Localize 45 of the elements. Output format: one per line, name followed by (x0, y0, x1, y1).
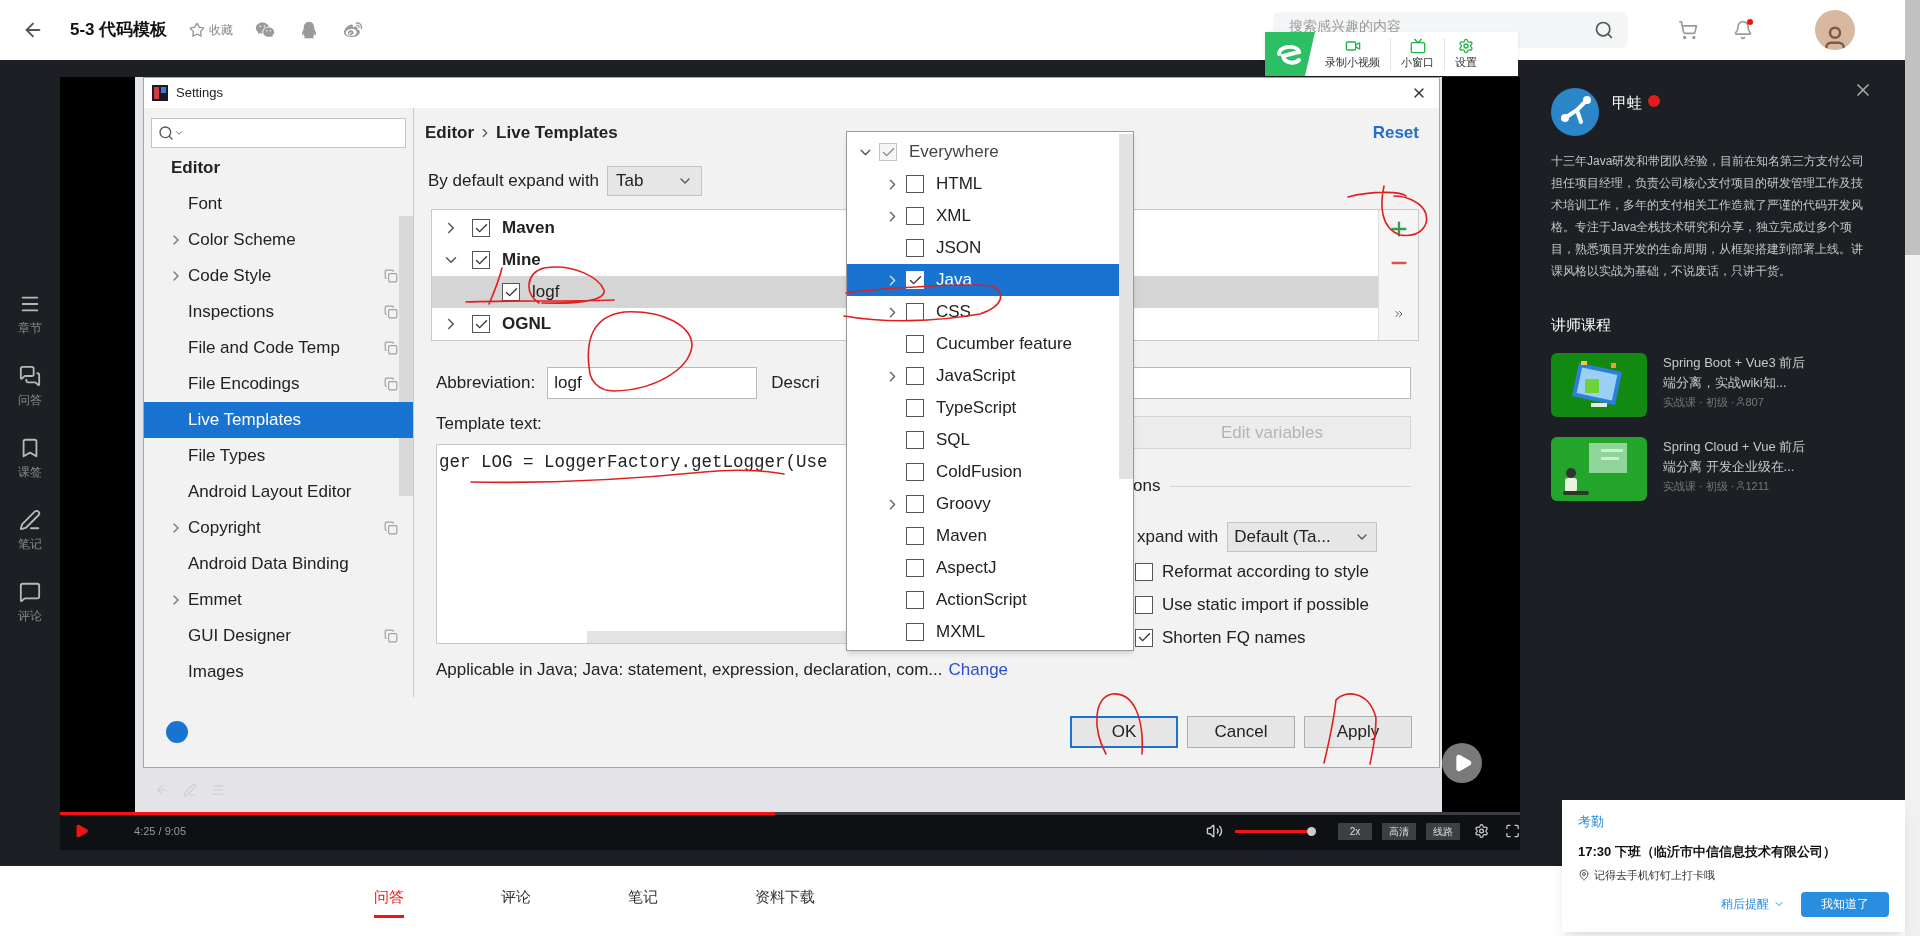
notification-note: 记得去手机钉钉上打卡哦 (1594, 868, 1715, 883)
context-label: Everywhere (909, 141, 999, 164)
context-label: AspectJ (936, 557, 997, 580)
context-label: ColdFusion (936, 461, 1022, 484)
field-label: By default expand with (428, 170, 600, 193)
breadcrumb-item: Editor (425, 122, 475, 145)
field-label: Abbreviation: (436, 372, 536, 395)
teacher-bio: 十三年Java研发和带团队经验，目前在知名第三方支付公司担任项目经理，负责公司核心支付项目的研发管理工作及技术培训工作，多年的支付相关工作造就了严谨的代码开发风格。专注于Java全栈技术研究和分享，独立完成过多个项目，熟悉项目开发的生命周期，从框架搭建到部署上线。讲课风格以实战为基础，不说废话，只讲干货。 (1551, 153, 1866, 280)
option-label: Use static import if possible (1162, 593, 1369, 616)
context-label: Groovy (936, 493, 991, 516)
option-label: Shorten FQ names (1162, 626, 1306, 649)
code-line: ger LOG = LoggerFactory.getLogger(Use (439, 452, 828, 472)
context-label: TypeScript (936, 397, 1017, 420)
context-label: XML (936, 205, 971, 228)
student-count: 807 (1745, 394, 1764, 410)
time-display: 4:25 / 9:05 (134, 823, 187, 839)
field-label: Template text: (436, 413, 543, 435)
group-name: Maven (502, 217, 555, 240)
context-label: Cucumber feature (936, 333, 1073, 356)
field-label: xpand with (1137, 526, 1219, 549)
course-title: 5-3 代码模板 (70, 19, 168, 42)
teacher-name: 甲蛙 (1612, 93, 1642, 113)
student-count: 1211 (1745, 478, 1770, 494)
section-label: ons (1133, 475, 1161, 498)
field-label: Descri (771, 372, 820, 395)
context-label: Java (936, 269, 972, 292)
section-heading: 讲师课程 (1551, 315, 1612, 335)
context-label: Maven (936, 525, 988, 548)
group-name: Mine (502, 249, 541, 272)
notification-message: 17:30 下班（临沂市中信信息技术有限公司） (1578, 842, 1837, 861)
context-label: CSS (936, 301, 971, 324)
context-label: HTML (936, 173, 983, 196)
group-name: OGNL (502, 313, 552, 336)
course-meta: 实战课 · 初级 · (1663, 394, 1735, 410)
context-label: MXML (936, 621, 986, 644)
window-title: Settings (176, 84, 223, 103)
context-label: JavaScript (936, 365, 1016, 388)
breadcrumb-item: Live Templates (496, 122, 618, 145)
context-label: ActionScript (936, 589, 1027, 612)
context-label: JSON (936, 237, 982, 260)
course-meta: 实战课 · 初级 · (1663, 478, 1735, 494)
template-name: logf (532, 281, 560, 304)
applicable-text: Applicable in Java; Java: statement, expression, declaration, com... (436, 659, 943, 682)
option-label: Reformat according to style (1162, 560, 1369, 583)
notification-title: 考勤 (1578, 813, 1605, 831)
